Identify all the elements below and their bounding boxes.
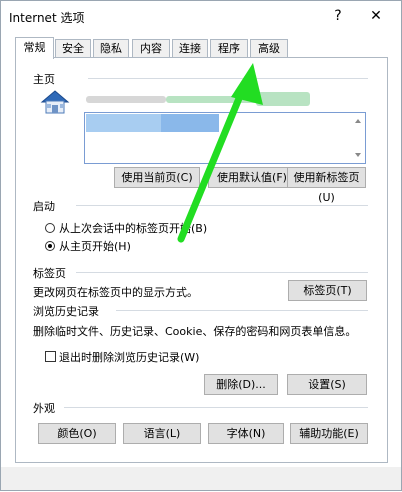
internet-options-window: Internet 选项 ? ✕ 常规 安全 隐私 内容 连接 程序 高级 主页 <box>0 0 402 491</box>
tab-general[interactable]: 常规 <box>15 37 54 59</box>
annotation-arrow-icon <box>177 63 263 243</box>
